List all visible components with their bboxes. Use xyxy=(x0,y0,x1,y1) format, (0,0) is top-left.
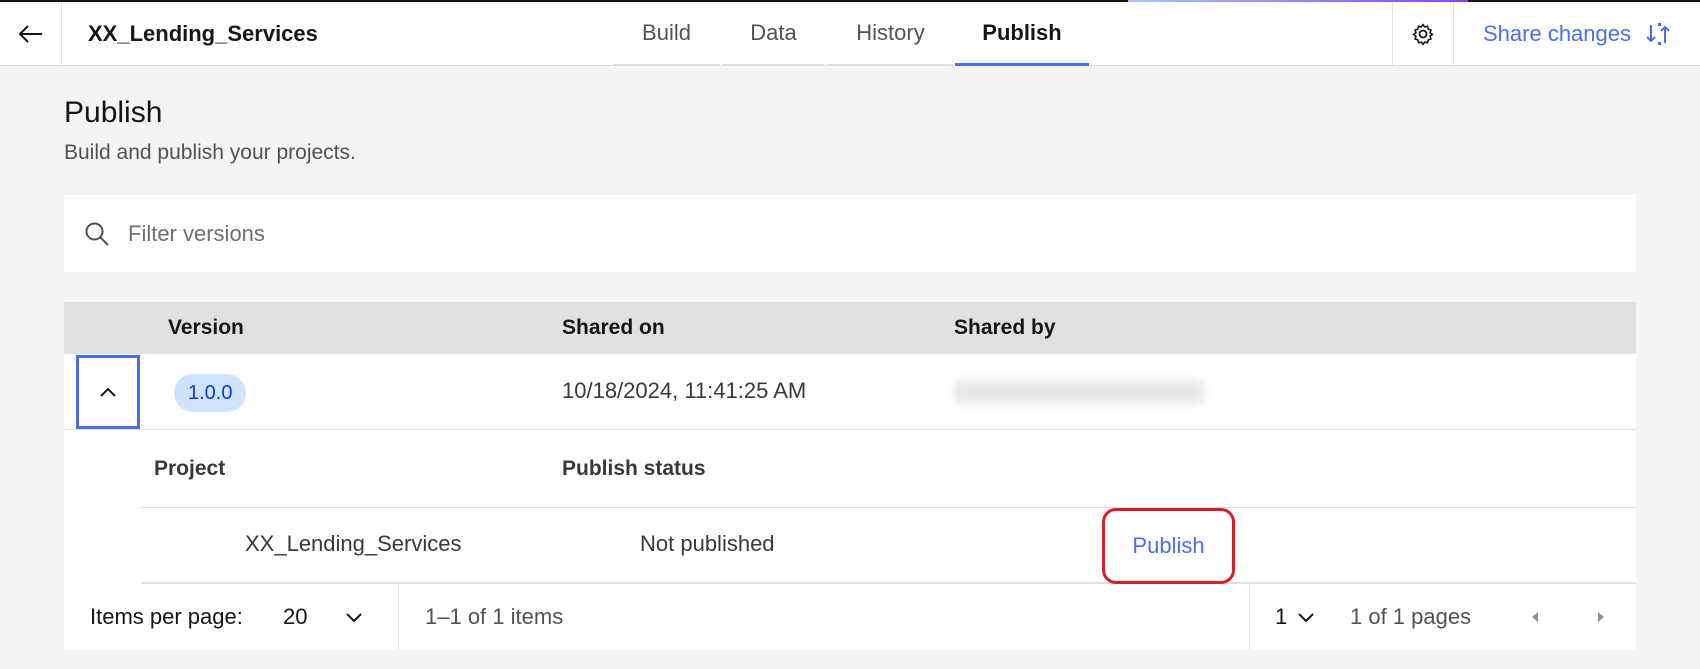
share-changes-label: Share changes xyxy=(1483,21,1631,46)
search-icon xyxy=(84,221,110,252)
shared-by-cell-redacted xyxy=(954,380,1204,404)
tab-history[interactable]: History xyxy=(827,2,954,66)
settings-button[interactable] xyxy=(1392,2,1454,66)
shared-on-cell: 10/18/2024, 11:41:25 AM xyxy=(562,378,807,403)
previous-page-button[interactable] xyxy=(1505,584,1565,650)
top-header: XX_Lending_Services Build Data History P… xyxy=(0,0,1700,66)
expanded-subtable-header: Project Publish status xyxy=(141,430,1636,508)
chevron-up-icon xyxy=(100,387,116,397)
table-row[interactable]: 1.0.0 10/18/2024, 11:41:25 AM xyxy=(64,354,1636,430)
version-tag: 1.0.0 xyxy=(174,374,247,412)
items-per-page-select[interactable]: 20 xyxy=(283,584,395,650)
pager-divider xyxy=(398,584,399,650)
filter-versions-input[interactable] xyxy=(128,195,1618,272)
arrow-left-icon xyxy=(18,25,42,43)
pages-text: 1 of 1 pages xyxy=(1350,604,1472,629)
publish-project-button[interactable]: Publish xyxy=(1102,508,1235,584)
tab-publish[interactable]: Publish xyxy=(955,2,1089,66)
chevron-down-icon xyxy=(346,613,363,623)
items-range-text: 1–1 of 1 items xyxy=(425,604,564,629)
page-subtitle: Build and publish your projects. xyxy=(64,141,356,164)
pagination-bar: Items per page: 20 1–1 of 1 items 1 1 of… xyxy=(64,584,1636,650)
publish-status-cell: Not published xyxy=(640,531,775,556)
items-per-page-label: Items per page: xyxy=(90,604,243,629)
tab-build[interactable]: Build xyxy=(613,2,720,66)
pager-divider xyxy=(1249,584,1250,650)
filter-search xyxy=(64,195,1636,272)
app-title: XX_Lending_Services xyxy=(88,21,318,46)
page-title: Publish xyxy=(64,96,163,129)
caret-right-icon xyxy=(1598,612,1604,622)
column-header-shared-by[interactable]: Shared by xyxy=(954,302,1056,354)
back-button[interactable] xyxy=(0,2,62,66)
chevron-down-icon xyxy=(1298,613,1314,623)
collapse-row-button[interactable] xyxy=(76,355,140,429)
project-row: XX_Lending_Services Not published Publis… xyxy=(141,508,1636,584)
subcolumn-header-publish-status: Publish status xyxy=(562,457,706,480)
subcolumn-header-project: Project xyxy=(154,457,226,480)
share-sync-icon xyxy=(1645,21,1671,47)
tab-data[interactable]: Data xyxy=(722,2,825,66)
project-name-cell: XX_Lending_Services xyxy=(245,531,462,556)
page-number-value: 1 xyxy=(1275,604,1288,629)
next-page-button[interactable] xyxy=(1571,584,1631,650)
main-tabs: Build Data History Publish xyxy=(613,2,1089,66)
column-header-version[interactable]: Version xyxy=(168,302,244,354)
share-changes-button[interactable]: Share changes xyxy=(1454,2,1700,66)
page-number-select[interactable]: 1 xyxy=(1275,584,1327,650)
versions-table: Version Shared on Shared by 1.0.0 10/18/… xyxy=(64,302,1636,650)
items-per-page-value: 20 xyxy=(283,604,308,629)
caret-left-icon xyxy=(1532,612,1538,622)
column-header-shared-on[interactable]: Shared on xyxy=(562,302,665,354)
table-header: Version Shared on Shared by xyxy=(64,302,1636,354)
gear-icon xyxy=(1412,23,1434,46)
